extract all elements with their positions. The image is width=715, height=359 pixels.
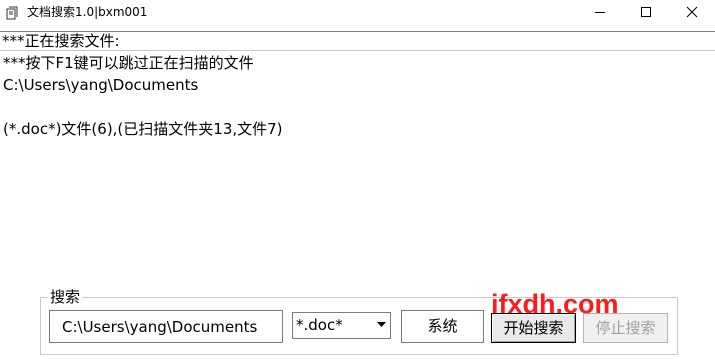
close-button[interactable] bbox=[669, 0, 715, 24]
status-text: ***正在搜索文件: bbox=[2, 32, 120, 50]
minimize-icon bbox=[595, 12, 605, 13]
app-window: 文档搜索1.0|bxm001 ***正在搜索文件: ***按下F1键可以跳过正在… bbox=[0, 0, 715, 359]
status-field: ***正在搜索文件: bbox=[0, 31, 715, 51]
document-search-app-icon bbox=[6, 5, 20, 20]
title-bar[interactable]: 文档搜索1.0|bxm001 bbox=[0, 0, 715, 24]
search-path-input[interactable] bbox=[49, 310, 283, 343]
close-icon bbox=[686, 6, 698, 18]
system-button[interactable]: 系统 bbox=[401, 310, 484, 343]
extension-dropdown-button[interactable] bbox=[373, 313, 390, 338]
maximize-icon bbox=[641, 7, 651, 17]
current-path-text: C:\Users\yang\Documents bbox=[3, 76, 199, 94]
chevron-down-icon bbox=[377, 322, 386, 327]
watermark-text: ifxdh.com bbox=[491, 289, 619, 319]
result-summary-text: (*.doc*)文件(6),(已扫描文件夹13,文件7) bbox=[3, 120, 283, 138]
search-group-label: 搜索 bbox=[48, 288, 83, 306]
maximize-button[interactable] bbox=[623, 0, 669, 24]
minimize-button[interactable] bbox=[577, 0, 623, 24]
hint-text: ***按下F1键可以跳过正在扫描的文件 bbox=[3, 54, 254, 72]
extension-select[interactable]: *.doc* bbox=[292, 312, 391, 339]
extension-selected-value: *.doc* bbox=[296, 316, 343, 334]
window-title: 文档搜索1.0|bxm001 bbox=[27, 5, 148, 19]
